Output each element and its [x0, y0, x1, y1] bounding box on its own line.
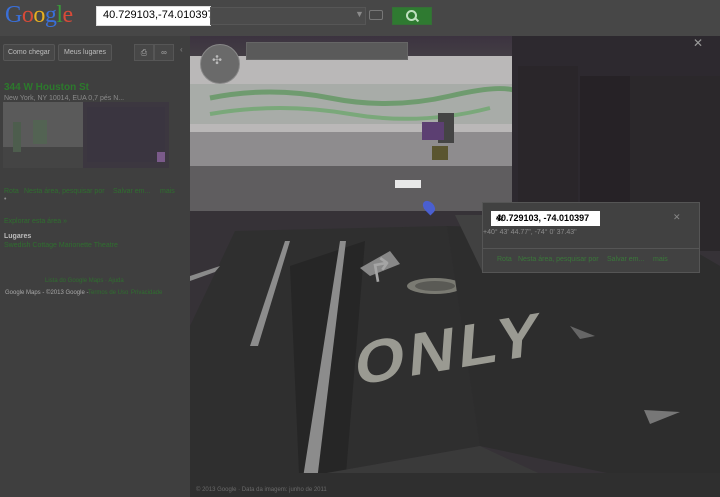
keyboard-icon[interactable] — [369, 10, 383, 20]
privacy-link[interactable]: Privacidade — [131, 290, 162, 296]
infowindow-pointer — [455, 215, 482, 271]
sidebar: Como chegar Meus lugares ⎙ ∞ ‹ 344 W Hou… — [0, 36, 190, 497]
explore-area-link[interactable]: Explorar esta área » — [4, 218, 67, 225]
top-bar: Google 40.729103,-74.010397 ▼ — [0, 0, 720, 36]
coordinates-highlight: 40.729103, -74.010397 ☆ — [491, 211, 600, 226]
bullet: • — [4, 196, 7, 203]
directions-link[interactable]: Rota — [4, 188, 19, 195]
search-input-value: 40.729103,-74.010397 — [103, 9, 214, 21]
chevron-down-icon[interactable]: ▼ — [355, 9, 364, 19]
directions-button[interactable]: Como chegar — [3, 44, 55, 61]
search-input[interactable]: 40.729103,-74.010397 — [96, 6, 214, 26]
place-title[interactable]: 344 W Houston St — [4, 82, 89, 93]
star-icon[interactable]: ☆ — [496, 213, 504, 224]
pegman-compass-control[interactable]: ✣ — [200, 44, 240, 84]
footer-links[interactable]: Lista do Google Maps · Ajuda — [45, 278, 124, 284]
print-icon[interactable]: ⎙ — [134, 44, 154, 61]
close-icon[interactable]: ✕ — [673, 212, 681, 223]
dms-coordinates: +40° 43' 44.77", -74° 0' 37.43" — [483, 229, 577, 236]
compass-arrows-icon: ✣ — [212, 53, 223, 67]
infowindow-save-link[interactable]: Salvar em... — [607, 256, 644, 263]
my-places-button[interactable]: Meus lugares — [58, 44, 112, 61]
search-button[interactable] — [392, 7, 432, 25]
place-address: New York, NY 10014, EUA 0,7 pés N... — [4, 95, 125, 102]
place-item[interactable]: Swedish Cottage Marionette Theatre — [4, 242, 118, 249]
save-to-link[interactable]: Salvar em... — [113, 188, 150, 195]
collapse-panel-icon[interactable]: ‹ — [180, 45, 183, 54]
search-nearby-link[interactable]: Nesta área, pesquisar por — [24, 188, 105, 195]
copyright: Google Maps - ©2013 Google - — [5, 290, 89, 296]
coordinates-text: 40.729103, -74.010397 — [496, 213, 590, 223]
close-street-view-icon[interactable]: ✕ — [693, 36, 703, 50]
divider — [483, 248, 699, 249]
imagery-credit: © 2013 Google · Data da imagem: junho de… — [196, 487, 327, 493]
search-input-extension[interactable] — [210, 7, 366, 25]
infowindow-search-nearby-link[interactable]: Nesta área, pesquisar por — [518, 256, 599, 263]
more-link[interactable]: mais — [160, 188, 175, 195]
infowindow-directions-link[interactable]: Rota — [497, 256, 512, 263]
infowindow-more-link[interactable]: mais — [653, 256, 668, 263]
link-icon[interactable]: ∞ — [154, 44, 174, 61]
info-window: 40.729103, -74.010397 ☆ +40° 43' 44.77",… — [482, 202, 700, 273]
address-overlay-bar — [246, 42, 408, 60]
search-icon — [406, 10, 417, 21]
places-heading: Lugares — [4, 233, 32, 240]
terms-link[interactable]: Termos de Uso — [88, 290, 128, 296]
street-view-thumbnail[interactable] — [3, 102, 169, 168]
google-logo[interactable]: Google — [5, 2, 73, 29]
